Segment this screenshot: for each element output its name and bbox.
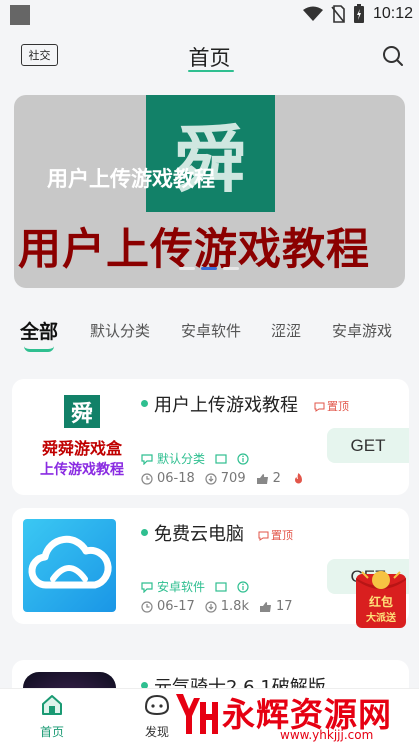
banner-caption: 用户上传游戏教程 bbox=[47, 167, 215, 191]
thumbs-up-icon bbox=[259, 601, 271, 612]
tab-all[interactable]: 全部 bbox=[20, 317, 58, 344]
app-screen: 10:12 社交 首页 舜 用户上传游戏教程 用户上传游戏教程 全部 默认分类 … bbox=[0, 0, 419, 744]
like-count: 17 bbox=[275, 599, 293, 614]
thumbs-up-icon bbox=[256, 473, 268, 484]
pin-icon bbox=[314, 402, 325, 412]
get-button[interactable]: GET bbox=[327, 428, 409, 463]
banner-logo: 舜 bbox=[146, 95, 275, 212]
publish-date: 06-18 bbox=[157, 471, 195, 486]
clock: 10:12 bbox=[372, 5, 413, 22]
app-icon: 舜 舜舜游戏盒 上传游戏教程 bbox=[24, 395, 134, 485]
battery-icon bbox=[353, 4, 364, 23]
carousel-dot-active[interactable] bbox=[201, 267, 217, 270]
app-icon-line2: 上传游戏教程 bbox=[40, 462, 124, 478]
category-icon bbox=[141, 453, 153, 465]
cloud-icon bbox=[28, 535, 112, 589]
app-card[interactable]: 舜 舜舜游戏盒 上传游戏教程 用户上传游戏教程 置顶 默认分类 06-18 70… bbox=[12, 379, 409, 495]
info-icon bbox=[237, 452, 249, 465]
publish-date: 06-17 bbox=[157, 599, 195, 614]
search-icon[interactable] bbox=[381, 44, 405, 68]
stats-row: 06-18 709 2 bbox=[141, 471, 304, 486]
category-tabs: 全部 默认分类 安卓软件 涩涩 安卓游戏 bbox=[0, 312, 419, 356]
carousel-dot[interactable] bbox=[179, 267, 195, 270]
download-icon bbox=[205, 472, 217, 485]
clock-icon bbox=[141, 600, 153, 613]
pin-icon bbox=[258, 531, 269, 541]
pin-badge: 置顶 bbox=[314, 398, 349, 414]
carousel-dots bbox=[179, 267, 239, 270]
page-title: 首页 bbox=[188, 46, 231, 70]
red-packet-button[interactable]: 红包 大派送 bbox=[352, 568, 410, 630]
fire-icon bbox=[294, 473, 302, 484]
tab-android-software[interactable]: 安卓软件 bbox=[181, 320, 241, 341]
info-icon bbox=[237, 580, 249, 593]
nav-home[interactable]: 首页 bbox=[22, 693, 82, 740]
folder-icon bbox=[215, 581, 227, 592]
tab-indicator bbox=[24, 346, 54, 352]
wifi-icon bbox=[302, 6, 323, 21]
banner-carousel[interactable]: 舜 用户上传游戏教程 用户上传游戏教程 bbox=[14, 95, 405, 288]
download-count: 1.8k bbox=[220, 599, 249, 614]
top-header: 社交 首页 bbox=[0, 30, 419, 86]
meta-row: 默认分类 bbox=[141, 450, 249, 467]
carousel-dot[interactable] bbox=[223, 267, 239, 270]
clock-icon bbox=[141, 472, 153, 485]
watermark-url: www.yhkjjj.com bbox=[280, 728, 374, 742]
pin-label: 置顶 bbox=[271, 529, 293, 542]
status-dot bbox=[141, 400, 148, 407]
app-icon-line1: 舜舜游戏盒 bbox=[41, 439, 122, 458]
pin-badge: 置顶 bbox=[258, 527, 293, 543]
red-packet-line2: 大派送 bbox=[366, 611, 397, 624]
watermark: 永辉资源网 www.yhkjjj.com bbox=[170, 690, 419, 744]
status-icons: 10:12 bbox=[302, 4, 413, 24]
category-label[interactable]: 默认分类 bbox=[157, 450, 205, 467]
stats-row: 06-17 1.8k 17 bbox=[141, 599, 293, 614]
meta-row: 安卓软件 bbox=[141, 578, 249, 595]
download-count: 709 bbox=[220, 471, 246, 486]
notification-icon bbox=[10, 5, 30, 25]
discover-icon bbox=[144, 694, 170, 716]
tab-default-category[interactable]: 默认分类 bbox=[90, 320, 150, 341]
status-bar: 10:12 bbox=[0, 0, 419, 30]
app-name[interactable]: 免费云电脑 bbox=[154, 520, 244, 546]
app-icon bbox=[23, 519, 116, 612]
tab-android-games[interactable]: 安卓游戏 bbox=[332, 320, 392, 341]
folder-icon bbox=[215, 453, 227, 464]
app-card[interactable]: 免费云电脑 置顶 安卓软件 06-17 1.8k 17 GET bbox=[12, 508, 409, 624]
app-logo-char: 舜 bbox=[64, 395, 100, 428]
pin-label: 置顶 bbox=[327, 400, 349, 413]
red-packet-line1: 红包 bbox=[369, 594, 393, 609]
app-name[interactable]: 用户上传游戏教程 bbox=[154, 391, 298, 417]
download-icon bbox=[205, 600, 217, 613]
status-dot bbox=[141, 529, 148, 536]
home-icon bbox=[42, 695, 62, 715]
watermark-logo bbox=[176, 694, 218, 734]
category-icon bbox=[141, 581, 153, 593]
title-underline bbox=[188, 70, 234, 72]
nav-home-label: 首页 bbox=[39, 725, 64, 739]
tab-sese[interactable]: 涩涩 bbox=[271, 320, 301, 341]
no-sim-icon bbox=[331, 5, 345, 23]
category-label[interactable]: 安卓软件 bbox=[157, 578, 205, 595]
like-count: 2 bbox=[272, 471, 281, 486]
